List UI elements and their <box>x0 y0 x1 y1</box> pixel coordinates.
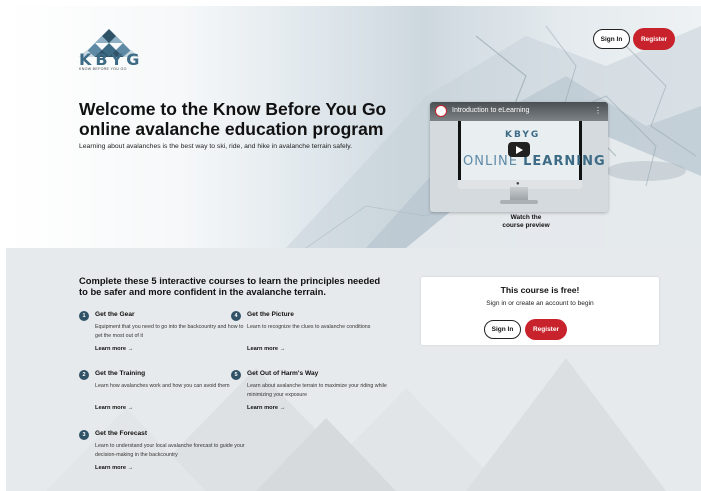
video-title-bar: Introduction to eLearning ⋮ <box>430 102 608 121</box>
courses-heading: Complete these 5 interactive courses to … <box>79 275 381 297</box>
arrow-right-icon: → <box>127 405 134 411</box>
course-title: Get the Forecast <box>95 430 148 437</box>
card-signin-button[interactable]: Sign In <box>484 320 521 339</box>
course-description: Learn to recognize the clues to avalanch… <box>247 324 371 330</box>
arrow-right-icon: → <box>279 405 286 411</box>
course-description: Learn to understand your local avalanche… <box>95 443 245 458</box>
courses-section: Complete these 5 interactive courses to … <box>6 248 701 491</box>
course-number: 2 <box>79 370 89 380</box>
course-title: Get the Training <box>95 370 146 377</box>
course-number: 1 <box>79 311 89 321</box>
video-caption[interactable]: Watch the course preview <box>476 214 576 230</box>
header-register-button[interactable]: Register <box>633 28 675 50</box>
hero-subtitle: Learning about avalanches is the best wa… <box>79 143 353 150</box>
course-title: Get the Picture <box>247 311 294 318</box>
course-description: Learn how avalanches work and how you ca… <box>95 383 230 389</box>
kbyg-logo[interactable] <box>79 12 139 82</box>
play-icon[interactable] <box>508 142 530 157</box>
learn-more-link[interactable]: Learn more → <box>95 465 133 471</box>
card-subtitle: Sign in or create an account to begin <box>486 300 594 307</box>
more-vert-icon[interactable]: ⋮ <box>594 106 602 115</box>
course-description: Equipment that you need to go into the b… <box>95 324 244 339</box>
signup-card: This course is free! Sign in or create a… <box>421 277 659 345</box>
page: KBYG KNOW BEFORE YOU GO Sign In Register… <box>6 6 701 491</box>
learn-more-link[interactable]: Learn more → <box>95 405 133 411</box>
header-signin-button[interactable]: Sign In <box>593 29 630 49</box>
arrow-right-icon: → <box>127 346 134 352</box>
card-title: This course is free! <box>500 285 580 295</box>
video-screen-text: ONLINE LEARNING <box>463 154 606 169</box>
video-preview[interactable]: KBYG ONLINE LEARNING ● Introduction to e… <box>430 102 608 212</box>
learn-more-link[interactable]: Learn more → <box>247 346 285 352</box>
course-number: 3 <box>79 430 89 440</box>
course-description: Learn about avalanche terrain to maximiz… <box>247 383 387 398</box>
course-title: Get the Gear <box>95 311 135 318</box>
course-title: Get Out of Harm's Way <box>247 370 319 377</box>
arrow-right-icon: → <box>127 465 134 471</box>
video-screen-logo: KBYG <box>505 130 541 140</box>
hero-title: Welcome to the Know Before You Go online… <box>79 99 387 139</box>
learn-more-link[interactable]: Learn more → <box>247 405 285 411</box>
logo-subtext: KNOW BEFORE YOU GO <box>79 67 127 71</box>
channel-icon <box>435 105 447 117</box>
learn-more-link[interactable]: Learn more → <box>95 346 133 352</box>
card-register-button[interactable]: Register <box>525 319 567 340</box>
course-number: 4 <box>231 311 241 321</box>
video-title[interactable]: Introduction to eLearning <box>452 107 529 114</box>
hero-section: KBYG KNOW BEFORE YOU GO Sign In Register… <box>6 6 701 248</box>
course-number: 5 <box>231 370 241 380</box>
arrow-right-icon: → <box>279 346 286 352</box>
